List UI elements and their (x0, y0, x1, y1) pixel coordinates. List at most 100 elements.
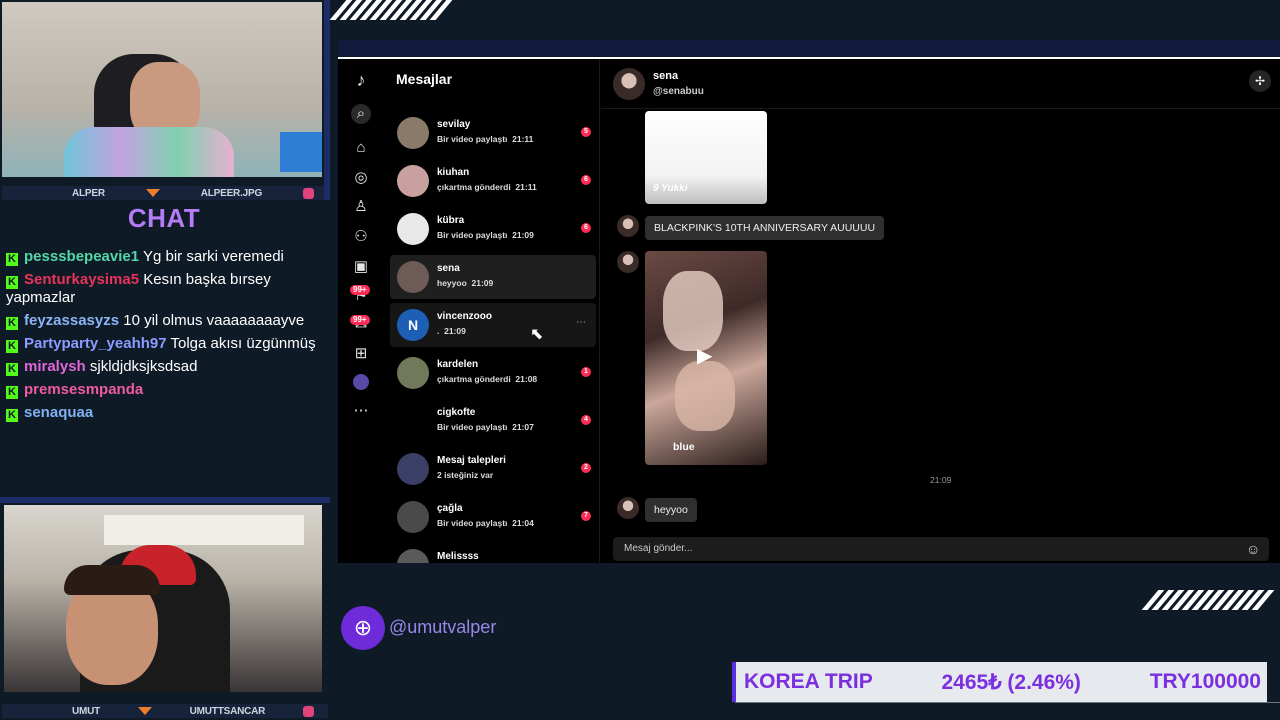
chat-message: Kpremsesmpanda (6, 381, 324, 399)
chat-title: CHAT (127, 203, 201, 233)
conversation-name: sena (437, 263, 460, 274)
chat-message: Ksenaquaa (6, 404, 324, 422)
conversation-time: 21:07 (512, 422, 534, 432)
ticker-amount: 2465₺ (2.46%) (941, 670, 1081, 694)
friends-icon[interactable]: ⚇ (351, 227, 371, 247)
conversation-item[interactable]: kardelen çıkartma gönderdi 21:08 1 (390, 351, 596, 395)
avatar (397, 501, 429, 533)
sender-avatar (617, 215, 639, 237)
home-icon[interactable]: ⌂ (351, 138, 371, 158)
conversation-item[interactable]: çağla Bir video paylaştı 21:04 7 (390, 495, 596, 539)
nav-rail: ♪ ⌕ ⌂ ◎ ♙ ⚇ ▣ ⚑ 99+ ✉ 99+ ⊞ ⋯ (338, 59, 384, 563)
conversation-item[interactable]: sena heyyoo 21:09 (390, 255, 596, 299)
conversation-name: Mesaj talepleri (437, 455, 506, 466)
play-icon[interactable]: ▶ (697, 343, 712, 368)
unread-badge: 4 (581, 415, 591, 425)
chat-message: Kmiralysh sjkldjdksjksdsad (6, 358, 324, 376)
chat-text: sjkldjdksjksdsad (89, 357, 198, 375)
instagram-icon (302, 705, 314, 717)
webcam-top (2, 2, 322, 177)
chat-username: feyzassasyzs (24, 311, 120, 329)
sender-avatar (617, 251, 639, 273)
list-title: Mesajlar (396, 71, 453, 87)
kick-icon: K (6, 339, 18, 353)
search-icon[interactable]: ⌕ (351, 104, 371, 124)
more-icon[interactable]: ⋯ (351, 401, 371, 421)
conversation-name: sevilay (437, 119, 471, 130)
conversation-name: kübra (437, 215, 465, 226)
cam1-name: ALPER (72, 187, 105, 199)
follow-icon[interactable]: ♙ (351, 197, 371, 217)
chat-message: K Senturkaysima5 Kesın başka bırsey yapma… (6, 271, 324, 307)
sender-avatar (617, 497, 639, 519)
conversation-preview: 2 isteğiniz var (437, 470, 494, 480)
conversation-time: 21:11 (515, 182, 537, 192)
conversation-preview: Bir video paylaştı 21:11 (437, 134, 534, 144)
social-handle: @umutvalper (389, 617, 497, 637)
chat-message: Kfeyzassasyzs 10 yil olmus vaaaaaaaayve (6, 312, 324, 330)
conversation-time: 21:11 (512, 134, 534, 144)
conversation-item[interactable]: Nvincenzooo . 21:09 ⋯ (390, 303, 596, 347)
ticker-goal: TRY100000 (1149, 670, 1261, 693)
upload-icon[interactable]: ⊞ (351, 344, 371, 364)
unread-badge: 6 (581, 175, 591, 185)
shared-video[interactable]: ▶ blue (645, 251, 767, 465)
avatar[interactable] (613, 68, 645, 100)
message-input[interactable]: Mesaj gönder... (613, 537, 1269, 561)
triangle-icon (145, 189, 160, 197)
conversation-preview: Bir video paylaştı 21:07 (437, 422, 534, 432)
chat-header-handle: @senabuu (653, 86, 704, 97)
more-options-icon[interactable]: ⋯ (576, 317, 586, 328)
kick-icon: K (6, 316, 18, 330)
chat-username: miralysh (24, 357, 86, 375)
profile-avatar[interactable] (353, 374, 369, 390)
avatar (397, 549, 429, 563)
cam2-name: UMUT (72, 705, 101, 717)
conversation-item[interactable]: cigkofte Bir video paylaştı 21:07 4 (390, 399, 596, 443)
conversation-preview: heyyoo 21:09 (437, 278, 494, 288)
video-caption: blue (673, 441, 695, 453)
kick-icon: K (6, 385, 18, 399)
instagram-icon (302, 187, 314, 199)
settings-icon[interactable]: ✢ (1249, 70, 1271, 92)
conversation-item[interactable]: Melissss (390, 543, 596, 563)
decor-stripes (329, 0, 453, 20)
ticker-label: KOREA TRIP (744, 670, 873, 693)
conversation-name: vincenzooo (437, 311, 493, 322)
conversation-item[interactable]: sevilay Bir video paylaştı 21:11 5 (390, 111, 596, 155)
unread-badge: 1 (581, 367, 591, 377)
conversation-item[interactable]: kiuhan çıkartma gönderdi 21:11 6 (390, 159, 596, 203)
conversation-preview: Bir video paylaştı 21:09 (437, 230, 534, 240)
live-icon[interactable]: ▣ (351, 257, 371, 277)
conversation-time: 21:04 (512, 518, 534, 528)
conversation-name: çağla (437, 503, 463, 514)
emoji-icon[interactable]: ☺ (1246, 541, 1260, 557)
cam1-handle: ALPEER.JPG (200, 187, 263, 199)
cam1-namebar: ALPER ALPEER.JPG (2, 186, 328, 200)
tiktok-logo-icon[interactable]: ♪ (351, 70, 371, 90)
explore-icon[interactable]: ◎ (351, 168, 371, 188)
conversation-name: Melissss (437, 551, 479, 562)
conversation-preview: . 21:09 (437, 326, 466, 336)
chat-username: pesssbepeavie1 (24, 248, 140, 265)
chat-header-name[interactable]: sena (653, 70, 678, 82)
triangle-icon (137, 707, 152, 715)
message-bubble: BLACKPINK'S 10TH ANNIVERSARY AUUUUU (645, 216, 885, 240)
chat-message: K Partyparty_yeahh97 Tolga akısı üzgünmüş (6, 335, 324, 353)
conversation-name: cigkofte (437, 407, 476, 418)
conversation-time: 21:09 (512, 230, 534, 240)
conversation-panel: sena @senabuu ✢ 9 Yukki BLACKPINK'S 10TH… (601, 59, 1280, 563)
conversation-item[interactable]: Mesaj talepleri 2 isteğiniz var 2 (390, 447, 596, 491)
message-timestamp: 21:09 (930, 475, 952, 485)
unread-badge: 6 (581, 223, 591, 233)
conversation-item[interactable]: kübra Bir video paylaştı 21:09 6 (390, 207, 596, 251)
video-caption: 9 Yukki (653, 183, 688, 194)
cursor-icon: ⬉ (530, 326, 544, 343)
avatar (397, 453, 429, 485)
shared-video[interactable]: 9 Yukki (645, 111, 767, 204)
globe-icon: ⊕ (341, 606, 385, 650)
kick-icon: K (6, 253, 18, 266)
chat-username: Partyparty_yeahh97 (24, 334, 167, 352)
conversation-time: 21:09 (471, 278, 494, 288)
webcam-bottom (4, 505, 322, 692)
